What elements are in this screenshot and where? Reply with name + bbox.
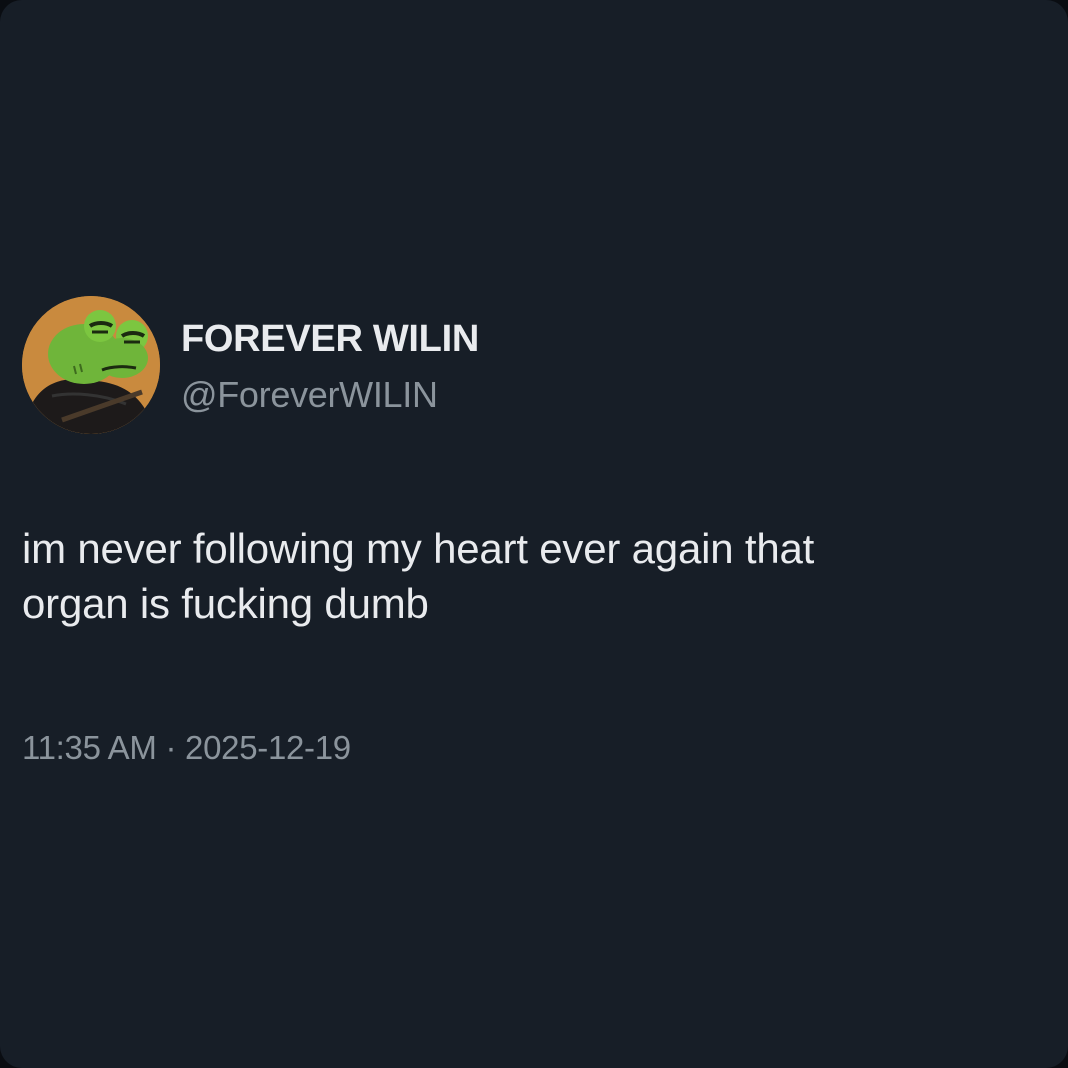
tweet-timestamp[interactable]: 11:35 AM · 2025-12-19 bbox=[22, 726, 351, 770]
display-name[interactable]: FOREVER WILIN bbox=[181, 315, 479, 363]
tweet-text: im never following my heart ever again t… bbox=[22, 521, 1042, 631]
tweet-date: 2025-12-19 bbox=[185, 729, 351, 766]
tweet-text-line: organ is fucking dumb bbox=[22, 580, 429, 627]
profile-avatar[interactable] bbox=[22, 296, 160, 434]
cartoon-frog-avatar-icon bbox=[22, 296, 160, 434]
user-handle[interactable]: @ForeverWILIN bbox=[181, 372, 438, 418]
tweet-time: 11:35 AM bbox=[22, 729, 157, 766]
tweet-card: FOREVER WILIN @ForeverWILIN im never fol… bbox=[0, 0, 1068, 1068]
meta-separator: · bbox=[165, 729, 177, 766]
tweet-text-line: im never following my heart ever again t… bbox=[22, 525, 815, 572]
